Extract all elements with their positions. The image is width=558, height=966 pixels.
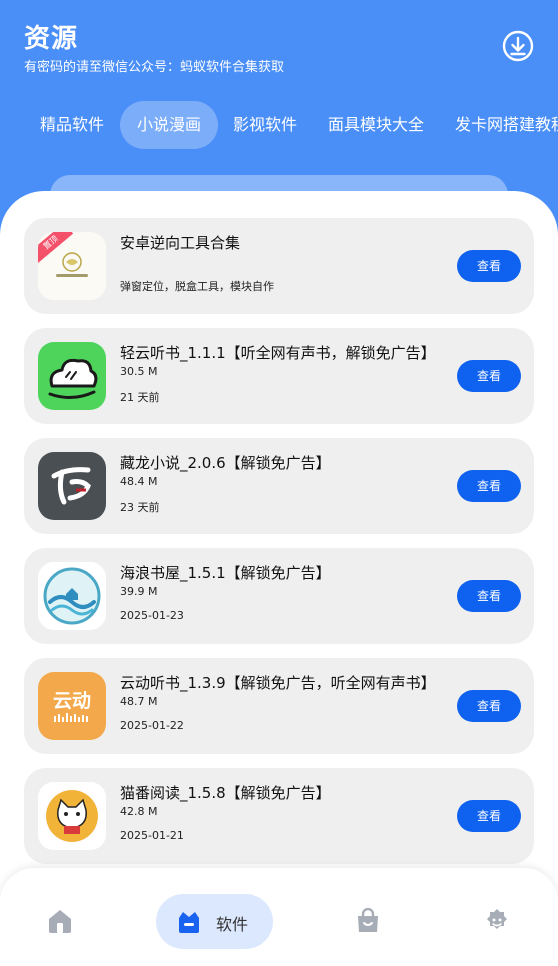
updated-time: 23 天前 — [120, 501, 160, 514]
tab-card-site-tutorial[interactable]: 发卡网搭建教程 — [438, 101, 558, 149]
bottom-navigation: 软件 — [0, 868, 558, 966]
app-name: 轻云听书_1.1.1【听全网有声书，解锁免广告】 — [120, 344, 436, 362]
view-button[interactable]: 查看 — [457, 250, 521, 282]
file-size: 30.5 M — [120, 365, 158, 378]
list-item[interactable]: 轻云听书_1.1.1【听全网有声书，解锁免广告】 30.5 M 21 天前 查看 — [24, 328, 534, 424]
home-icon — [49, 910, 71, 933]
list-item[interactable]: 藏龙小说_2.0.6【解锁免广告】 48.4 M 23 天前 查看 — [24, 438, 534, 534]
nav-software[interactable]: 软件 — [156, 894, 273, 949]
nav-software-label: 软件 — [216, 915, 249, 934]
view-button[interactable]: 查看 — [457, 470, 521, 502]
app-name: 海浪书屋_1.5.1【解锁免广告】 — [120, 564, 331, 582]
software-bag-icon — [179, 912, 199, 933]
list-item[interactable]: 海浪书屋_1.5.1【解锁免广告】 39.9 M 2025-01-23 查看 — [24, 548, 534, 644]
wave-bookhouse-icon — [38, 562, 106, 630]
tab-premium-software[interactable]: 精品软件 — [23, 101, 121, 149]
resource-list: 置顶 安卓逆向工具合集 弹窗定位，脱盒工具，模块自作 查看 轻云听书_1.1.1… — [0, 191, 558, 966]
file-size: 48.4 M — [120, 475, 158, 488]
nav-home[interactable] — [46, 908, 74, 964]
list-item[interactable]: 云动 云动听书_1.3.9【解锁免广告，听全网有声书】 48.7 M 2025-… — [24, 658, 534, 754]
app-name: 藏龙小说_2.0.6【解锁免广告】 — [120, 454, 331, 472]
app-name: 猫番阅读_1.5.8【解锁免广告】 — [120, 784, 331, 802]
view-button[interactable]: 查看 — [457, 580, 521, 612]
category-tabs: 精品软件 小说漫画 影视软件 面具模块大全 发卡网搭建教程 — [0, 101, 558, 149]
list-item[interactable]: 猫番阅读_1.5.8【解锁免广告】 42.8 M 2025-01-21 查看 — [24, 768, 534, 864]
canglong-novel-icon — [38, 452, 106, 520]
tab-mask-modules[interactable]: 面具模块大全 — [311, 101, 441, 149]
updated-time: 2025-01-23 — [120, 609, 184, 622]
view-button[interactable]: 查看 — [457, 800, 521, 832]
updated-time: 21 天前 — [120, 391, 160, 404]
file-size: 48.7 M — [120, 695, 158, 708]
updated-time: 2025-01-22 — [120, 719, 184, 732]
page-subtitle: 有密码的请至微信公众号：蚂蚁软件合集获取 — [24, 60, 285, 75]
download-circle-icon — [502, 30, 534, 62]
nav-profile[interactable] — [484, 908, 510, 964]
yundong-audiobook-icon: 云动 — [38, 672, 106, 740]
app-name: 云动听书_1.3.9【解锁免广告，听全网有声书】 — [120, 674, 436, 692]
tab-novel-comics[interactable]: 小说漫画 — [120, 101, 219, 149]
cloud-audiobook-icon — [38, 342, 106, 410]
view-button[interactable]: 查看 — [457, 690, 521, 722]
profile-icon — [487, 909, 507, 929]
updated-time: 2025-01-21 — [120, 829, 184, 842]
download-button[interactable] — [500, 28, 536, 64]
tab-video-software[interactable]: 影视软件 — [216, 101, 314, 149]
file-size: 42.8 M — [120, 805, 158, 818]
nav-shop[interactable] — [356, 907, 380, 964]
shopping-bag-icon — [358, 907, 378, 932]
view-button[interactable]: 查看 — [457, 360, 521, 392]
page-title: 资源 — [24, 24, 79, 54]
app-description: 弹窗定位，脱盒工具，模块自作 — [120, 280, 274, 293]
list-item[interactable]: 置顶 安卓逆向工具合集 弹窗定位，脱盒工具，模块自作 查看 — [24, 218, 534, 314]
file-size: 39.9 M — [120, 585, 158, 598]
app-name: 安卓逆向工具合集 — [120, 234, 241, 252]
cat-reader-icon — [38, 782, 106, 850]
toolbox-logo-icon: 置顶 — [38, 232, 106, 300]
